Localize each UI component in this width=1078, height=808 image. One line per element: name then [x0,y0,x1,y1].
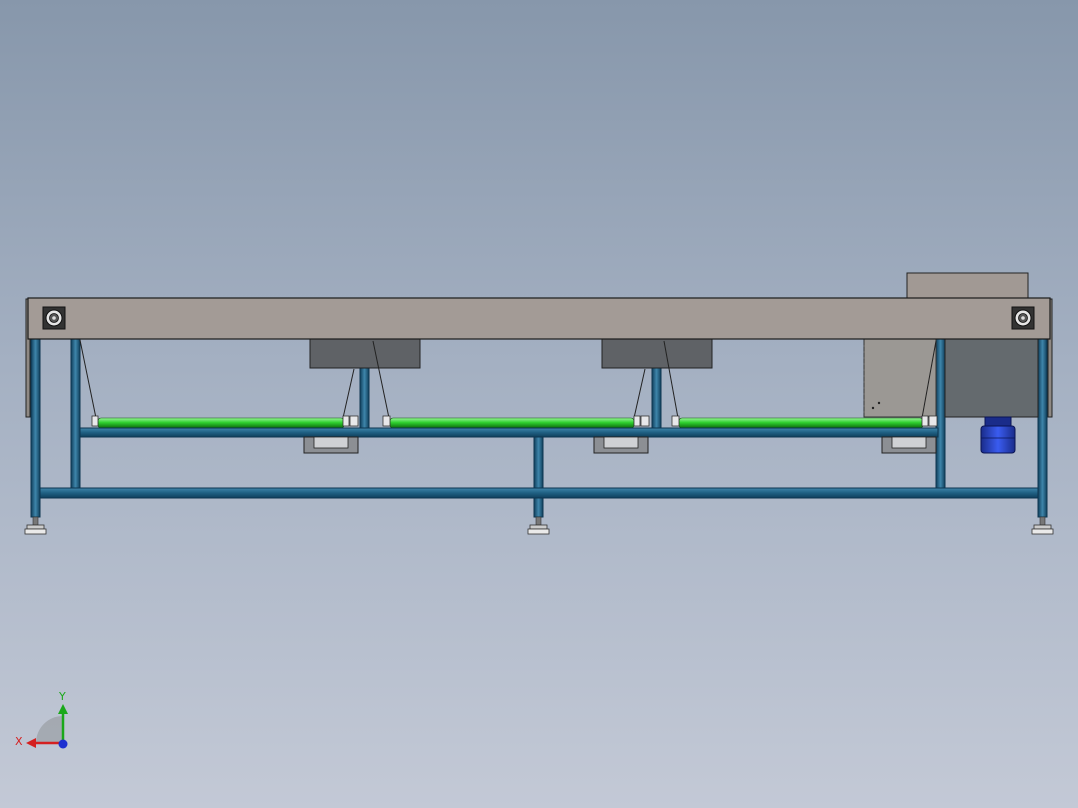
bearing[interactable] [382,415,391,427]
pulley-right[interactable] [1011,306,1035,330]
sensor-block-2[interactable] [601,338,713,369]
model-canvas[interactable]: Y X [0,0,1078,808]
bearing[interactable] [342,415,350,427]
foot-left[interactable] [24,516,47,535]
x-axis-label: X [15,735,23,748]
guard-panel[interactable] [863,338,937,418]
triad-reference-plane [36,716,63,743]
post-left-outer[interactable] [30,338,41,518]
bearing[interactable] [633,415,641,427]
bearing[interactable] [640,415,650,427]
roller-3[interactable] [678,417,924,429]
post-right-inner[interactable] [935,338,946,491]
drive-motor[interactable] [980,416,1016,454]
post-left-inner[interactable] [70,338,81,491]
upper-cross-beam[interactable] [79,427,939,438]
y-axis-label: Y [58,690,66,703]
view-orientation-triad[interactable]: Y X [15,690,68,749]
leveling-feet [24,516,1054,535]
roller-2[interactable] [389,417,635,429]
bearing[interactable] [928,415,938,427]
sensor-block-1[interactable] [309,338,421,369]
x-axis-arrow-icon [26,738,36,748]
foot-center[interactable] [527,516,550,535]
post-center-leg[interactable] [533,432,544,518]
pulley-left[interactable] [42,306,66,330]
bearing[interactable] [671,415,680,427]
rollers [97,417,924,429]
bearing[interactable] [921,415,929,427]
cad-viewport[interactable]: Y X [0,0,1078,808]
clamp-bracket-1[interactable] [303,436,359,454]
foot-right[interactable] [1031,516,1054,535]
top-housing-box[interactable] [906,272,1029,300]
roller-1[interactable] [97,417,345,429]
tension-rods [79,339,937,419]
bearing[interactable] [91,415,99,427]
clamp-brackets [303,436,937,454]
bearing[interactable] [349,415,359,427]
guard-bolt [871,406,875,410]
post-right-outer[interactable] [1037,338,1048,518]
lower-cross-beam[interactable] [39,487,1039,499]
drive-housing[interactable] [944,338,1039,418]
z-axis-dot-icon [58,739,68,749]
clamp-bracket-2[interactable] [593,436,649,454]
guard-bolt [877,401,881,405]
clamp-bracket-3[interactable] [881,436,937,454]
conveyor-belt[interactable] [27,297,1051,340]
y-axis-arrow-icon [58,704,68,714]
